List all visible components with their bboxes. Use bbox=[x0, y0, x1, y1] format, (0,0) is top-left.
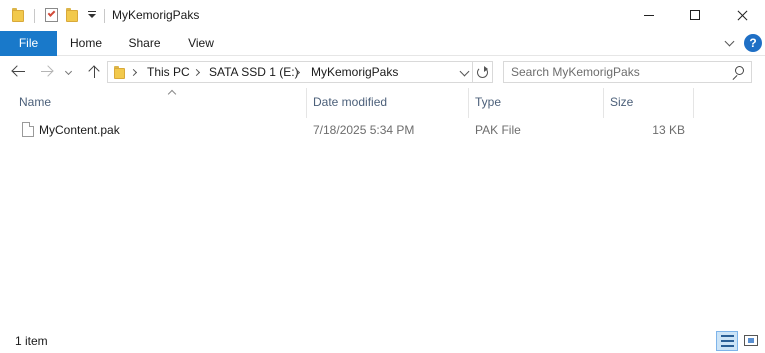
breadcrumb-this-pc[interactable]: This PC bbox=[147, 65, 190, 79]
qat-separator bbox=[34, 9, 35, 23]
maximize-icon bbox=[690, 10, 700, 20]
title-separator bbox=[104, 9, 105, 23]
column-headers: Name Date modified Type Size bbox=[0, 88, 765, 118]
minimize-button[interactable] bbox=[626, 0, 672, 31]
file-type: PAK File bbox=[475, 123, 521, 137]
breadcrumb-drive[interactable]: SATA SSD 1 (E:) bbox=[209, 65, 299, 79]
folder-icon bbox=[114, 66, 125, 79]
folder-icon bbox=[12, 8, 24, 22]
ribbon-tabs: File Home Share View ? bbox=[0, 31, 765, 56]
minimize-icon bbox=[644, 15, 654, 16]
column-header-date-modified[interactable]: Date modified bbox=[307, 88, 469, 118]
tab-file[interactable]: File bbox=[0, 31, 57, 56]
help-icon[interactable]: ? bbox=[744, 34, 762, 52]
breadcrumb-separator[interactable] bbox=[129, 68, 138, 77]
back-button[interactable] bbox=[9, 62, 29, 82]
large-icons-view-button[interactable] bbox=[741, 332, 761, 350]
chevron-down-icon bbox=[724, 36, 735, 47]
new-folder-icon[interactable] bbox=[66, 8, 78, 22]
column-header-label: Size bbox=[610, 95, 634, 109]
up-button[interactable] bbox=[85, 62, 105, 82]
sort-ascending-icon bbox=[167, 89, 177, 99]
tab-view[interactable]: View bbox=[175, 31, 227, 56]
search-icon[interactable] bbox=[732, 66, 746, 80]
column-header-label: Name bbox=[19, 95, 52, 109]
item-count: 1 item bbox=[15, 334, 48, 348]
file-icon bbox=[22, 122, 34, 137]
details-view-button[interactable] bbox=[716, 331, 738, 351]
customize-qat-icon[interactable] bbox=[88, 10, 96, 20]
file-date-modified: 7/18/2025 5:34 PM bbox=[313, 123, 415, 137]
file-size: 13 KB bbox=[652, 123, 685, 137]
recent-locations-icon bbox=[64, 67, 73, 76]
tab-share[interactable]: Share bbox=[117, 31, 172, 56]
refresh-button[interactable] bbox=[473, 61, 493, 83]
status-bar: 1 item bbox=[0, 329, 765, 353]
column-header-size[interactable]: Size bbox=[604, 88, 694, 118]
tab-home[interactable]: Home bbox=[58, 31, 114, 56]
maximize-button[interactable] bbox=[672, 0, 718, 31]
file-name: MyContent.pak bbox=[39, 123, 120, 137]
breadcrumb-separator[interactable] bbox=[192, 68, 201, 77]
search-input[interactable]: Search MyKemorigPaks bbox=[503, 61, 752, 83]
window-title: MyKemorigPaks bbox=[112, 8, 200, 22]
chevron-down-icon[interactable] bbox=[459, 66, 470, 77]
properties-icon[interactable] bbox=[45, 8, 58, 22]
list-item[interactable]: MyContent.pak 7/18/2025 5:34 PM PAK File… bbox=[13, 119, 694, 141]
recent-locations-button[interactable] bbox=[64, 67, 73, 76]
close-button[interactable] bbox=[719, 0, 765, 31]
column-header-label: Date modified bbox=[313, 95, 388, 109]
forward-button[interactable] bbox=[37, 62, 57, 82]
expand-ribbon-button[interactable] bbox=[724, 36, 735, 48]
address-bar[interactable]: This PC SATA SSD 1 (E:) MyKemorigPaks bbox=[107, 61, 473, 83]
column-header-name[interactable]: Name bbox=[13, 88, 307, 118]
navigation-bar: This PC SATA SSD 1 (E:) MyKemorigPaks Se… bbox=[0, 57, 765, 88]
title-bar: MyKemorigPaks bbox=[0, 0, 765, 31]
column-header-label: Type bbox=[475, 95, 502, 109]
breadcrumb-folder[interactable]: MyKemorigPaks bbox=[311, 65, 398, 79]
search-placeholder: Search MyKemorigPaks bbox=[511, 65, 640, 79]
column-header-type[interactable]: Type bbox=[469, 88, 604, 118]
